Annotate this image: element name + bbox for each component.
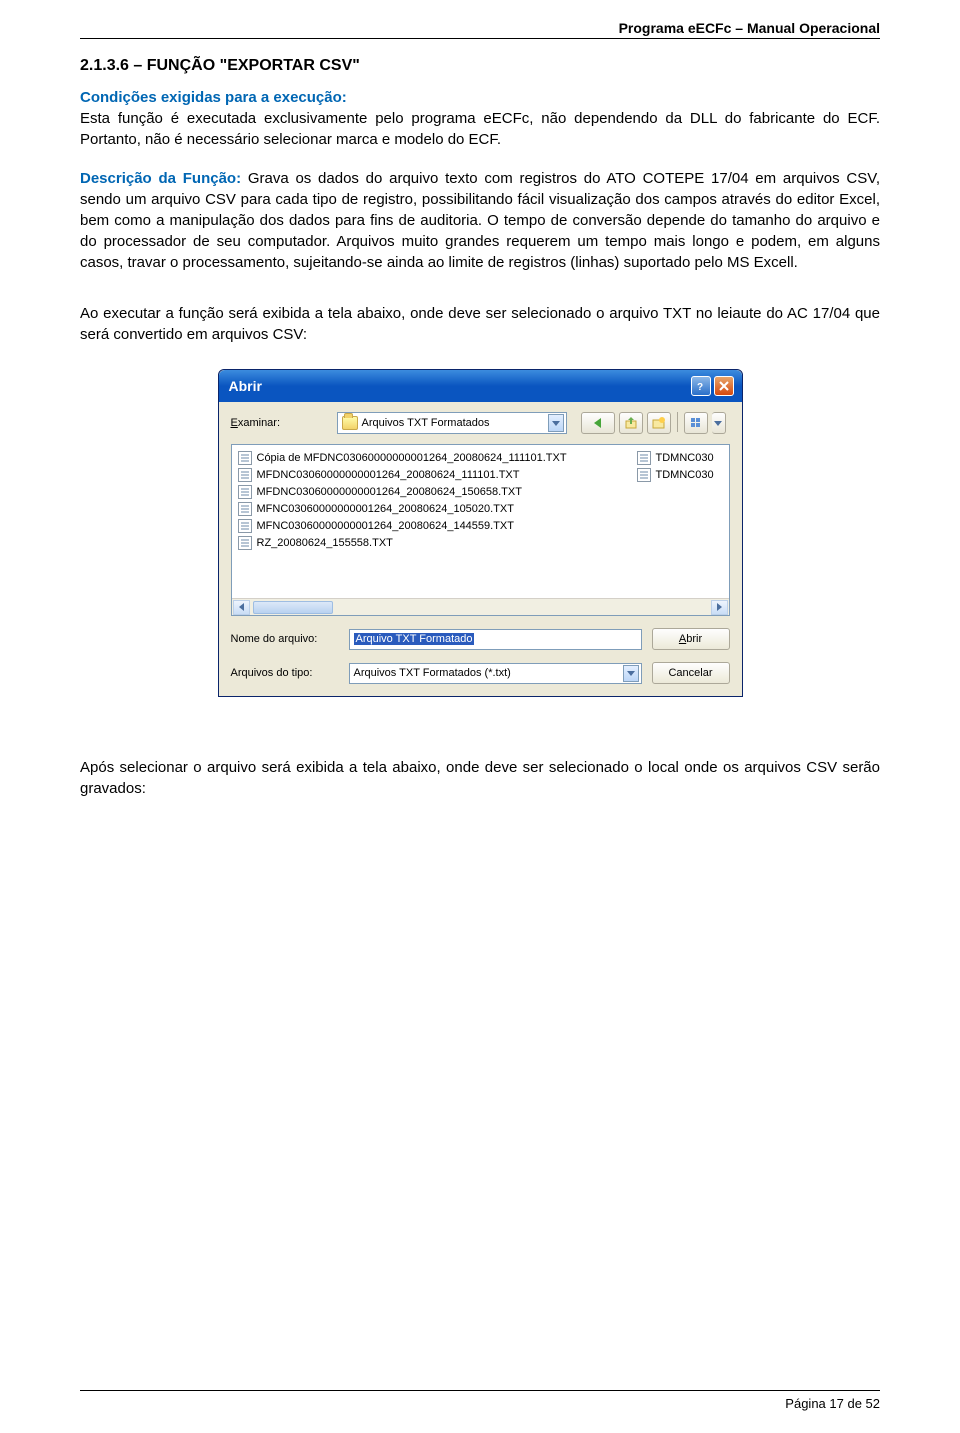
document-icon — [238, 485, 252, 499]
document-icon — [238, 519, 252, 533]
scroll-right-button[interactable] — [711, 600, 728, 615]
chevron-down-icon[interactable] — [548, 414, 564, 432]
header-doc-title: Programa eECFc – Manual Operacional — [80, 20, 880, 36]
filename-label: Nome do arquivo: — [231, 633, 339, 645]
footer-rule — [80, 1390, 880, 1391]
filename-input[interactable]: Arquivo TXT Formatado — [349, 629, 642, 650]
svg-text:?: ? — [697, 382, 703, 391]
open-button[interactable]: Abrir — [652, 628, 730, 650]
after-select-text: Após selecionar o arquivo será exibida a… — [80, 757, 880, 799]
document-icon — [637, 451, 651, 465]
cancel-button[interactable]: Cancelar — [652, 662, 730, 684]
conditions-label: Condições exigidas para a execução: — [80, 89, 880, 106]
document-icon — [238, 536, 252, 550]
view-menu-dropdown[interactable] — [712, 412, 726, 434]
examine-combo[interactable]: Arquivos TXT Formatados — [337, 412, 567, 434]
description-label: Descrição da Função: — [80, 170, 241, 187]
open-file-dialog: Abrir ? Examinar: Arquivos TXT For — [218, 369, 743, 697]
close-button[interactable] — [714, 376, 734, 396]
help-button[interactable]: ? — [691, 376, 711, 396]
view-menu-button[interactable] — [684, 412, 708, 434]
examine-label: Examinar: — [231, 417, 329, 429]
chevron-down-icon[interactable] — [623, 665, 639, 682]
file-item[interactable]: MFDNC03060000000001264_20080624_150658.T… — [238, 483, 637, 500]
file-item[interactable]: MFNC03060000000001264_20080624_105020.TX… — [238, 500, 637, 517]
examine-folder-name: Arquivos TXT Formatados — [362, 417, 490, 429]
document-icon — [238, 451, 252, 465]
scroll-left-button[interactable] — [233, 600, 250, 615]
file-list[interactable]: Cópia de MFDNC03060000000001264_20080624… — [231, 444, 730, 616]
file-item[interactable]: TDMNC030 — [637, 466, 727, 483]
file-item[interactable]: Cópia de MFDNC03060000000001264_20080624… — [238, 449, 637, 466]
file-list-col2: TDMNC030 TDMNC030 — [637, 449, 727, 615]
conditions-text: Esta função é executada exclusivamente p… — [80, 108, 880, 150]
file-item[interactable]: MFNC03060000000001264_20080624_144559.TX… — [238, 517, 637, 534]
document-icon — [637, 468, 651, 482]
header-rule — [80, 38, 880, 39]
file-item[interactable]: MFDNC03060000000001264_20080624_111101.T… — [238, 466, 637, 483]
section-heading: 2.1.3.6 – FUNÇÃO "EXPORTAR CSV" — [80, 57, 880, 75]
document-icon — [238, 468, 252, 482]
nav-separator — [677, 412, 678, 432]
description-paragraph: Descrição da Função: Grava os dados do a… — [80, 168, 880, 273]
folder-icon — [342, 416, 358, 430]
file-item[interactable]: RZ_20080624_155558.TXT — [238, 534, 637, 551]
scroll-thumb[interactable] — [253, 601, 333, 614]
new-folder-button[interactable] — [647, 412, 671, 434]
back-button[interactable] — [581, 412, 615, 434]
document-icon — [238, 502, 252, 516]
page-number: Página 17 de 52 — [785, 1396, 880, 1411]
dialog-titlebar: Abrir ? — [219, 370, 742, 402]
up-one-level-button[interactable] — [619, 412, 643, 434]
exec-text: Ao executar a função será exibida a tela… — [80, 303, 880, 345]
filetype-combo[interactable]: Arquivos TXT Formatados (*.txt) — [349, 663, 642, 684]
file-list-col1: Cópia de MFDNC03060000000001264_20080624… — [238, 449, 637, 615]
file-item[interactable]: TDMNC030 — [637, 449, 727, 466]
dialog-title: Abrir — [229, 378, 262, 394]
filetype-label: Arquivos do tipo: — [231, 667, 339, 679]
horizontal-scrollbar[interactable] — [232, 598, 729, 615]
